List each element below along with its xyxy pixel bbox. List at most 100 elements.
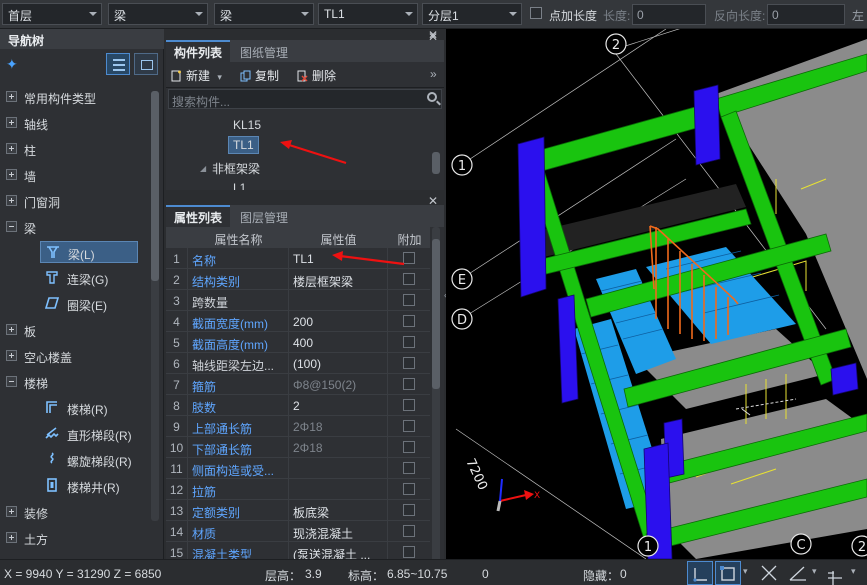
nav-sub-stairwell[interactable]: 楼梯井(R) (40, 475, 138, 497)
nav-item-beam[interactable]: 梁 (0, 216, 150, 238)
expand-icon[interactable] (6, 143, 17, 154)
nav-item-decoration[interactable]: 装修 (0, 501, 150, 523)
collapse-arrow-icon[interactable]: ◢ (200, 164, 206, 173)
nav-sub-ring-beam[interactable]: 圈梁(E) (40, 293, 138, 315)
tree-item-kl15[interactable]: KL15 (233, 118, 261, 132)
copy-button[interactable]: 复制 (240, 67, 279, 84)
nav-scroll-thumb[interactable] (151, 91, 159, 281)
property-row[interactable]: 15 混凝土类型 (泵送混凝土 ... (166, 542, 430, 559)
property-row[interactable]: 9 上部通长筋 2Φ18 (166, 416, 430, 437)
expand-icon[interactable] (6, 169, 17, 180)
property-extra-checkbox[interactable] (403, 273, 415, 285)
nav-sub-beam[interactable]: 梁(L) (40, 241, 138, 263)
expand-icon[interactable] (6, 350, 17, 361)
component-search-input[interactable]: 搜索构件... (168, 89, 442, 109)
point-length-checkbox[interactable] (530, 7, 542, 19)
property-row[interactable]: 12 拉筋 (166, 479, 430, 500)
nav-scrollbar[interactable] (151, 91, 159, 521)
nav-sub-link-beam[interactable]: 连梁(G) (40, 267, 138, 289)
property-scrollbar[interactable] (432, 227, 440, 559)
nav-item-column[interactable]: 柱 (0, 138, 150, 160)
panel-splitter[interactable] (166, 190, 444, 205)
property-row[interactable]: 10 下部通长筋 2Φ18 (166, 437, 430, 458)
property-extra-checkbox[interactable] (403, 504, 415, 516)
property-value[interactable]: 板底梁 (290, 500, 388, 521)
tab-drawing-manager[interactable]: 图纸管理 (232, 40, 296, 62)
collapse-icon[interactable] (6, 221, 17, 232)
list-view-button[interactable] (106, 53, 130, 75)
expand-icon[interactable] (6, 91, 17, 102)
cross-select-button[interactable] (756, 561, 782, 585)
property-row[interactable]: 5 截面高度(mm) 400 (166, 332, 430, 353)
property-extra-checkbox[interactable] (403, 378, 415, 390)
nav-item-stairs[interactable]: 楼梯 (0, 371, 150, 393)
type-select[interactable]: 梁 (214, 3, 314, 25)
delete-button[interactable]: 删除 (297, 67, 336, 84)
expand-icon[interactable] (6, 324, 17, 335)
tree-item-l1[interactable]: L1 (233, 181, 246, 190)
tree-group-non-frame-beam[interactable]: 非框架梁 (212, 160, 260, 177)
nav-sub-straight-flight[interactable]: 直形梯段(R) (40, 423, 138, 445)
dimension-button[interactable] (824, 561, 850, 585)
chevron-down-icon[interactable]: ▾ (851, 566, 856, 577)
property-value[interactable]: 2Φ18 (290, 437, 388, 458)
tab-component-list[interactable]: 构件列表 (166, 40, 231, 62)
chevron-down-icon[interactable]: ▾ (217, 72, 222, 82)
grid-view-button[interactable] (134, 53, 158, 75)
property-row[interactable]: 4 截面宽度(mm) 200 (166, 311, 430, 332)
nav-sub-stair[interactable]: 楼梯(R) (40, 397, 138, 419)
axis-gizmo-icon[interactable]: X (496, 478, 540, 512)
nav-item-slab[interactable]: 板 (0, 319, 150, 341)
property-extra-checkbox[interactable] (403, 525, 415, 537)
chevron-down-icon[interactable]: ▾ (812, 566, 817, 577)
snap-button[interactable] (715, 561, 741, 585)
nav-item-hollow-floor[interactable]: 空心楼盖 (0, 345, 150, 367)
nav-sub-spiral-flight[interactable]: 螺旋梯段(R) (40, 449, 138, 471)
property-value[interactable]: (100) (290, 353, 388, 374)
property-value[interactable]: (泵送混凝土 ... (290, 542, 388, 559)
property-extra-checkbox[interactable] (403, 399, 415, 411)
nav-item-earthwork[interactable]: 土方 (0, 527, 150, 549)
chevron-down-icon[interactable]: ▾ (743, 566, 748, 577)
more-icon[interactable]: » (430, 67, 437, 81)
property-extra-checkbox[interactable] (403, 546, 415, 558)
expand-icon[interactable] (6, 195, 17, 206)
property-extra-checkbox[interactable] (403, 462, 415, 474)
length-input[interactable]: 0 (632, 4, 706, 25)
reverse-length-input[interactable]: 0 (767, 4, 845, 25)
component-select[interactable]: TL1 (318, 3, 418, 25)
property-row[interactable]: 7 箍筋 Φ8@150(2) (166, 374, 430, 395)
property-extra-checkbox[interactable] (403, 441, 415, 453)
expand-icon[interactable] (6, 532, 17, 543)
floor-select[interactable]: 首层 (2, 3, 102, 25)
property-value[interactable]: 200 (290, 311, 388, 332)
property-extra-checkbox[interactable] (403, 420, 415, 432)
nav-item-common-types[interactable]: 常用构件类型 (0, 86, 150, 108)
layer-select[interactable]: 分层1 (422, 3, 522, 25)
property-row[interactable]: 6 轴线距梁左边... (100) (166, 353, 430, 374)
property-value[interactable]: 2 (290, 395, 388, 416)
property-row[interactable]: 13 定额类别 板底梁 (166, 500, 430, 521)
property-value[interactable]: 楼层框架梁 (290, 269, 388, 290)
property-value[interactable]: 400 (290, 332, 388, 353)
search-icon[interactable] (427, 92, 437, 102)
category-select[interactable]: 梁 (108, 3, 208, 25)
expand-icon[interactable] (6, 506, 17, 517)
quick-add-icon[interactable]: ✦ (6, 56, 18, 73)
property-value[interactable] (290, 458, 388, 479)
new-button[interactable]: 新建 ▾ (171, 67, 222, 84)
property-value[interactable]: 2Φ18 (290, 416, 388, 437)
nav-item-openings[interactable]: 门窗洞 (0, 190, 150, 212)
property-extra-checkbox[interactable] (403, 315, 415, 327)
property-value[interactable]: 现浇混凝土 (290, 521, 388, 542)
ortho-button[interactable] (687, 561, 713, 585)
tree-item-tl1[interactable]: TL1 (228, 136, 259, 154)
property-row[interactable]: 2 结构类别 楼层框架梁 (166, 269, 430, 290)
property-row[interactable]: 11 侧面构造或受... (166, 458, 430, 479)
angle-button[interactable] (786, 561, 812, 585)
property-row[interactable]: 8 肢数 2 (166, 395, 430, 416)
property-extra-checkbox[interactable] (403, 294, 415, 306)
property-extra-checkbox[interactable] (403, 357, 415, 369)
property-value[interactable] (290, 290, 388, 311)
property-scroll-thumb[interactable] (432, 239, 440, 389)
